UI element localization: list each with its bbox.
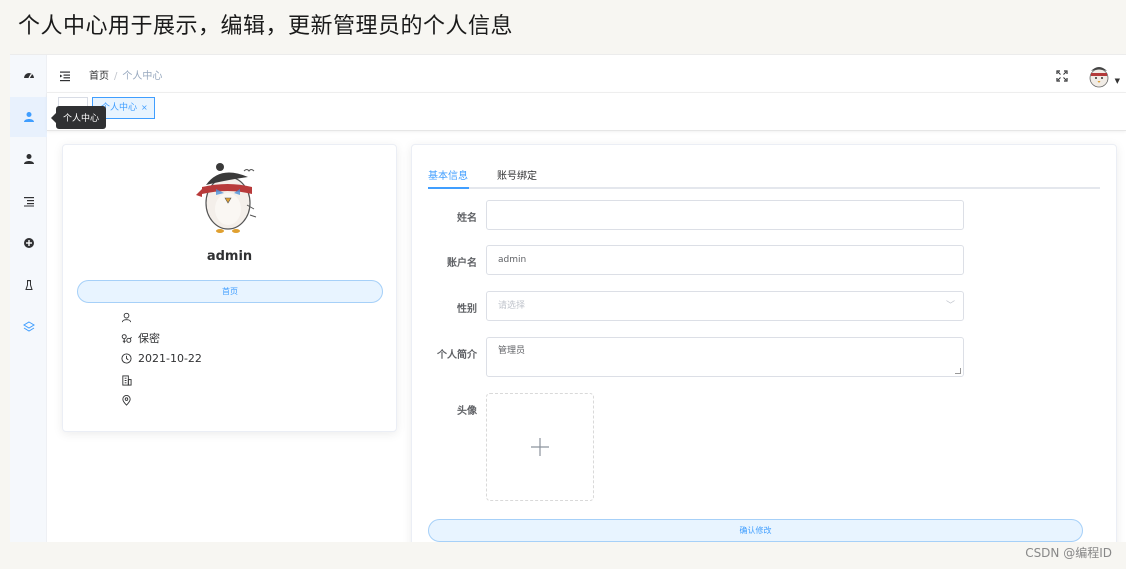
- app-window: 个人中心 首页 / 个人中心 ▼ 个人中心 × admin 首页 保密 2021…: [10, 54, 1126, 542]
- user-outline-icon: [121, 312, 132, 322]
- info-row-date: 2021-10-22: [121, 350, 202, 366]
- bio-value: 管理员: [498, 346, 526, 356]
- dashboard-icon: [23, 73, 34, 79]
- sidebar-item-list[interactable]: [10, 181, 47, 221]
- watermark: CSDN @编程ID: [1025, 546, 1112, 560]
- profile-gender: 保密: [138, 332, 160, 345]
- profile-username: admin: [206, 249, 253, 264]
- profile-card: admin 首页 保密 2021-10-22: [62, 144, 397, 432]
- tab-active-indicator: [428, 187, 469, 189]
- gender-icon: [121, 333, 132, 343]
- sidebar-item-layers[interactable]: [10, 307, 47, 347]
- role-badge[interactable]: 首页: [77, 280, 383, 303]
- sidebar-item-profile[interactable]: [10, 97, 47, 137]
- profile-form-card: 基本信息 账号绑定 姓名 账户名 admin 性别 请选择 ﹀ 个人简介 管理员…: [411, 144, 1117, 542]
- tags-view: 个人中心 ×: [47, 93, 1126, 131]
- chevron-down-icon: ﹀: [945, 301, 955, 311]
- tag-label: 个人中心: [101, 103, 138, 113]
- sidebar-item-circle[interactable]: [10, 223, 47, 263]
- bio-textarea[interactable]: 管理员: [486, 337, 964, 377]
- top-navbar: 首页 / 个人中心 ▼: [47, 55, 1126, 93]
- gender-select[interactable]: 请选择 ﹀: [486, 291, 964, 321]
- breadcrumb-current: 个人中心: [122, 71, 163, 82]
- bio-label: 个人简介: [437, 350, 477, 361]
- sidebar-item-users[interactable]: [10, 139, 47, 179]
- avatar[interactable]: [1084, 61, 1114, 89]
- chevron-down-icon[interactable]: ▼: [1115, 77, 1120, 85]
- info-row-org: [121, 372, 132, 388]
- tab-account-binding[interactable]: 账号绑定: [497, 167, 537, 182]
- circle-icon: [23, 238, 34, 248]
- info-row-location: [121, 392, 132, 408]
- gender-select-placeholder: 请选择: [498, 301, 526, 311]
- info-row-user: [121, 309, 132, 325]
- building-icon: [122, 374, 132, 386]
- info-row-gender: 保密: [121, 330, 160, 346]
- clock-icon: [121, 352, 132, 364]
- name-label: 姓名: [457, 213, 477, 224]
- page-caption: 个人中心用于展示，编辑，更新管理员的个人信息: [18, 14, 514, 39]
- user-icon: [23, 154, 34, 164]
- location-icon: [122, 394, 131, 406]
- sidebar-tooltip: 个人中心: [50, 106, 107, 129]
- list-icon: [23, 197, 34, 207]
- name-input[interactable]: [486, 200, 964, 230]
- avatar-label: 头像: [457, 406, 477, 417]
- form-tabs: 基本信息 账号绑定: [428, 163, 1100, 189]
- fullscreen-icon[interactable]: [1056, 67, 1068, 86]
- tab-basic-info[interactable]: 基本信息: [428, 167, 468, 182]
- breadcrumb: 首页 / 个人中心: [89, 67, 162, 82]
- avatar: [190, 159, 270, 235]
- account-input[interactable]: admin: [486, 245, 964, 275]
- profile-date: 2021-10-22: [138, 351, 202, 365]
- resize-handle[interactable]: [955, 368, 961, 374]
- breadcrumb-home[interactable]: 首页: [89, 71, 109, 82]
- user-icon: [23, 112, 34, 122]
- close-icon[interactable]: ×: [141, 103, 148, 112]
- sidebar-item-dashboard[interactable]: [10, 55, 47, 95]
- avatar-uploader[interactable]: [486, 393, 594, 501]
- sidebar-item-flask[interactable]: [10, 265, 47, 305]
- menu-toggle-icon[interactable]: [59, 67, 71, 86]
- confirm-button[interactable]: 确认修改: [428, 519, 1083, 542]
- sidebar: [10, 55, 47, 542]
- gender-label: 性别: [457, 304, 477, 315]
- flask-icon: [24, 280, 33, 290]
- breadcrumb-separator: /: [114, 71, 118, 82]
- plus-icon: [531, 438, 549, 456]
- layers-icon: [22, 321, 35, 332]
- account-label: 账户名: [447, 258, 477, 269]
